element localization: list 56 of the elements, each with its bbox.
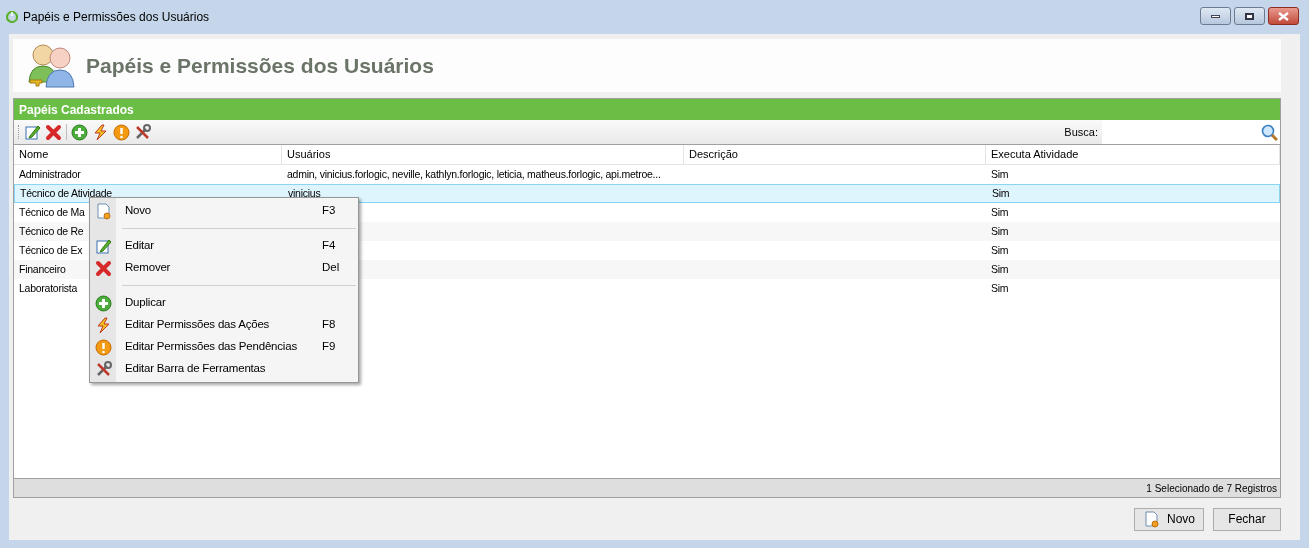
dialog-button[interactable]: Fechar (1213, 507, 1281, 531)
minimize-button[interactable] (1200, 7, 1231, 25)
table-cell: Sim (991, 262, 1009, 275)
maximize-button[interactable] (1234, 7, 1265, 25)
add-icon[interactable] (71, 123, 88, 141)
table-row[interactable]: Técnico de Atividade vinicius Sim (14, 184, 1280, 203)
table-cell: Laboratorista (19, 281, 78, 294)
table-cell: Técnico de Atividade (20, 186, 112, 199)
app-icon (6, 11, 18, 23)
table-cell: Sim (991, 243, 1009, 256)
table-cell: Sim (991, 205, 1009, 218)
tools-icon[interactable] (134, 123, 151, 141)
close-icon (1278, 11, 1289, 21)
table-cell: admin, vinicius.forlogic, neville, kathlyn.forlogic, leticia, matheus.forlogic, api.metroe... (287, 167, 661, 180)
table-cell: Financeiro (19, 262, 66, 275)
lightning-icon (94, 316, 112, 334)
column-header[interactable]: Descrição (689, 146, 738, 163)
edit-icon (94, 237, 112, 255)
dialog-button[interactable]: Novo (1134, 507, 1204, 531)
users-icon (26, 41, 76, 90)
status-text: 1 Selecionado de 7 Registros (1146, 481, 1277, 496)
table-cell: Técnico de Ex (19, 243, 83, 256)
panel-title: Papéis Cadastrados (14, 99, 1280, 120)
add-icon (94, 294, 112, 312)
page-title: Papéis e Permissões dos Usuários (86, 52, 434, 79)
menu-item[interactable]: Editar Permissões das Ações F8 (90, 314, 358, 336)
menu-item[interactable]: Editar Permissões das Pendências F9 (90, 336, 358, 358)
menu-item[interactable]: Editar Barra de Ferramentas (90, 358, 358, 380)
table-cell: Sim (991, 281, 1009, 294)
table-cell: Sim (991, 167, 1009, 180)
table-cell: Técnico de Ma (19, 205, 85, 218)
close-button[interactable] (1268, 7, 1299, 25)
search-label: Busca: (1064, 124, 1098, 140)
table-cell: Sim (991, 224, 1009, 237)
new-document-icon (94, 202, 112, 220)
menu-item[interactable]: Remover Del (90, 257, 358, 279)
remove-icon (94, 259, 112, 277)
tools-icon (94, 360, 112, 378)
window-title: Papéis e Permissões dos Usuários (23, 9, 210, 26)
table-cell: Técnico de Re (19, 224, 84, 237)
column-header[interactable]: Executa Atividade (991, 146, 1079, 163)
table-cell: vinicius (288, 186, 321, 199)
warning-icon[interactable] (113, 123, 130, 141)
menu-item[interactable]: Novo F3 (90, 200, 358, 222)
column-header[interactable]: Usuários (287, 146, 331, 163)
minimize-icon (1211, 14, 1220, 18)
search-icon[interactable] (1261, 123, 1278, 141)
remove-icon[interactable] (45, 123, 62, 141)
maximize-icon (1245, 12, 1254, 20)
warning-icon (94, 338, 112, 356)
search-field[interactable] (1102, 120, 1280, 144)
table-cell: Sim (992, 186, 1010, 199)
lightning-icon[interactable] (92, 123, 109, 141)
table-cell: Administrador (19, 167, 81, 180)
edit-icon[interactable] (24, 123, 41, 141)
column-header[interactable]: Nome (19, 146, 49, 163)
